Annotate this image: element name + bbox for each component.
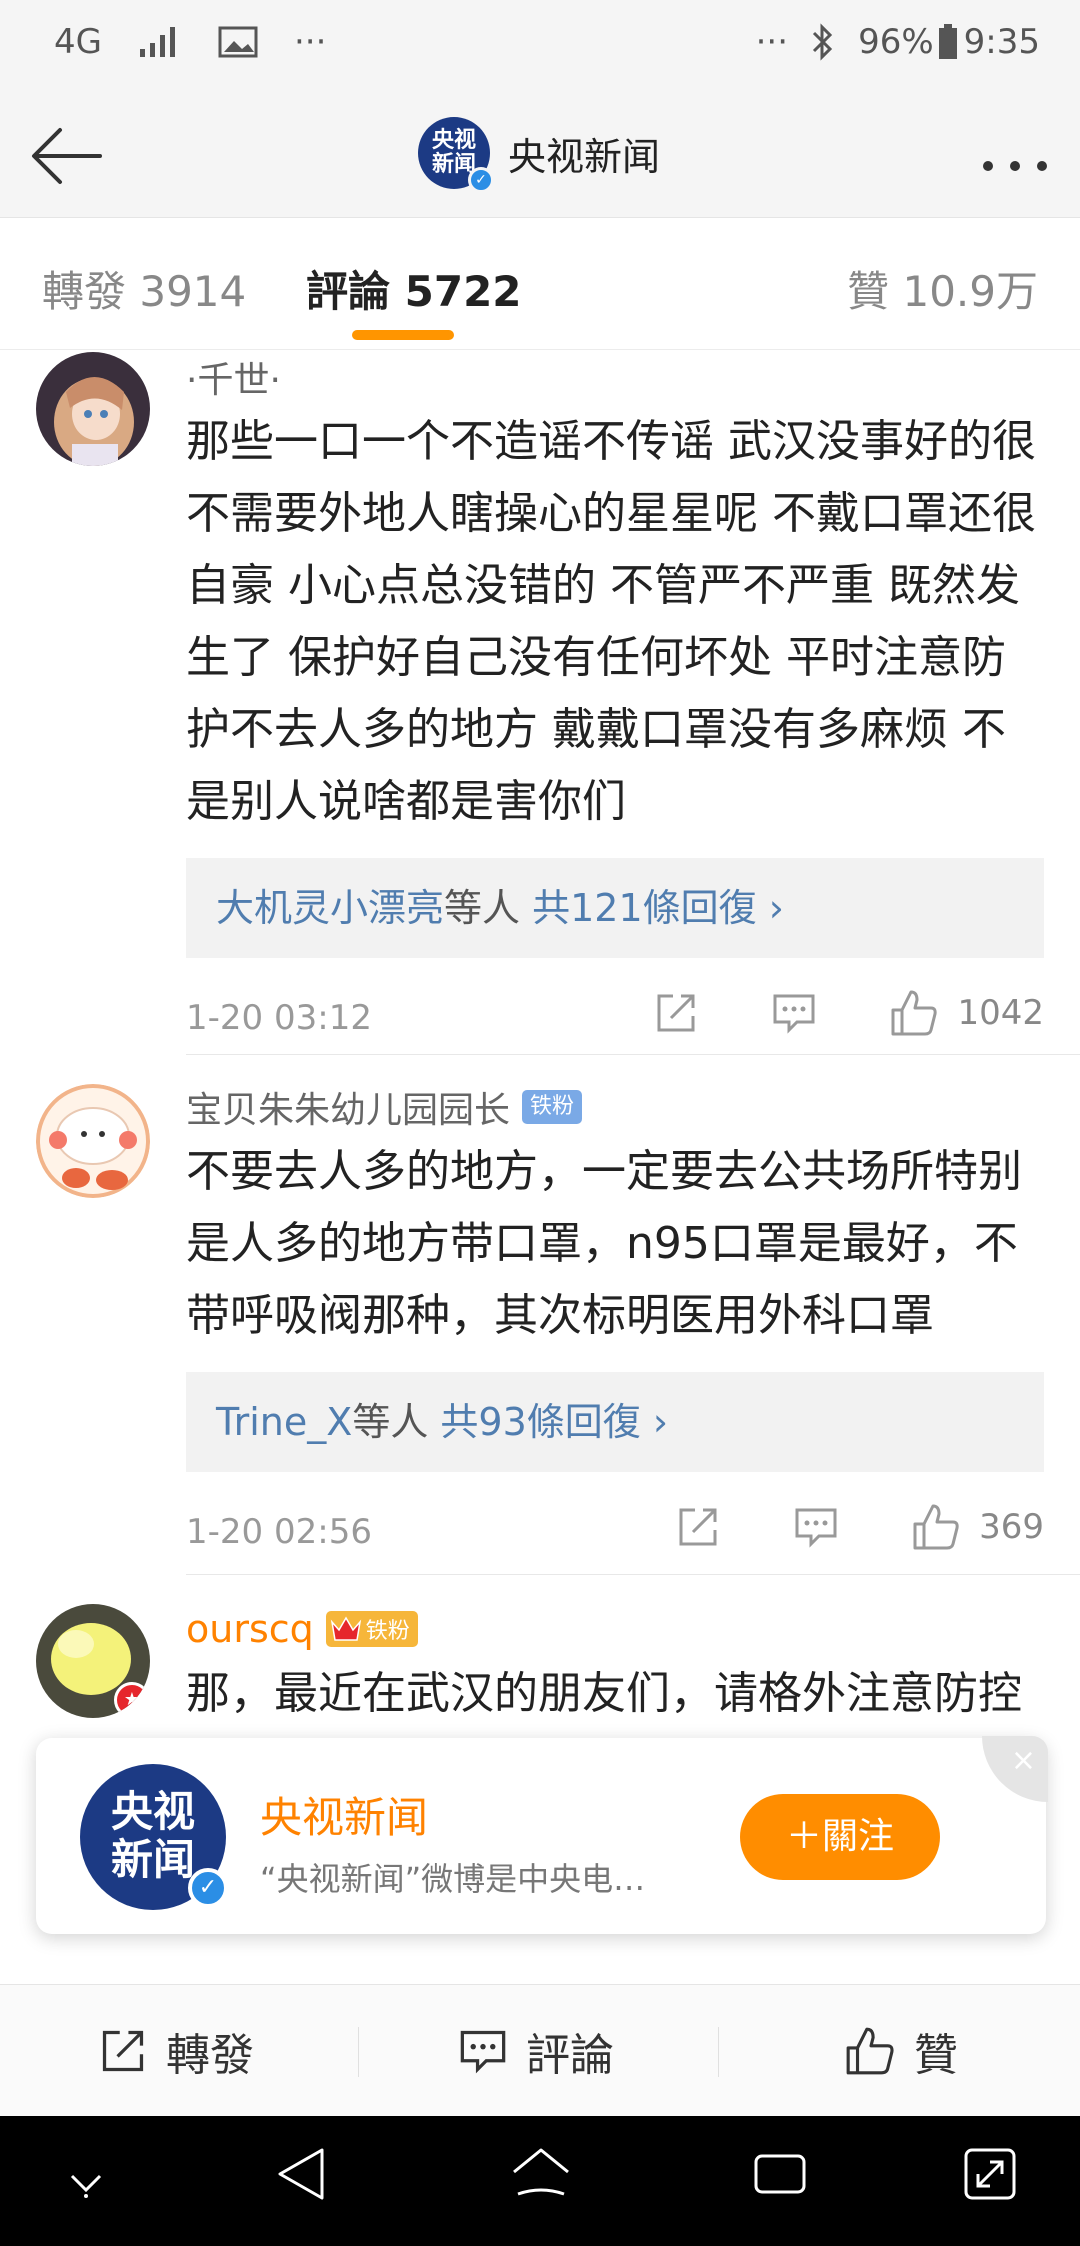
verified-icon: ✓ [468,167,494,193]
clock: 9:35 [963,22,1040,62]
avatar-image [36,1084,150,1198]
page-title: 央视新闻 [508,134,661,179]
top-nav-bar: 央视新闻 ✓ 央视新闻 [0,90,1080,218]
reply-user[interactable]: Trine_X [216,1400,352,1444]
like-label: 贊 [914,2030,958,2081]
bluetooth-icon [813,23,833,61]
comment-icon[interactable] [771,990,817,1036]
fan-badge: 铁粉 [522,1090,583,1124]
hide-keyboard-icon[interactable] [64,2166,108,2204]
fan-badge-text: 铁粉 [365,1619,410,1644]
separator [718,2027,719,2077]
comment-footer: 1-20 02:56 369 [186,1482,1044,1582]
verified-icon: ✓ [188,1868,228,1908]
back-button[interactable] [28,118,104,194]
more-icon [983,161,1047,171]
repost-label: 轉發 [166,2030,254,2081]
like-button[interactable]: 1042 [889,988,1044,1038]
share-icon [102,2030,144,2072]
avatar-image [36,352,150,466]
crown-icon [330,1616,361,1641]
separator [358,2027,359,2077]
comment-author-row: 宝贝朱朱幼儿园园长 铁粉 [186,1082,1044,1132]
comment-text: 那些一口一个不造谣不传谣 武汉没事好的很 不需要外地人瞎操心的星星呢 不戴口罩还… [186,416,1036,827]
tab-repost[interactable]: 轉發 3914 [42,258,246,319]
reply-user[interactable]: 大机灵小漂亮 [216,886,444,930]
divider [186,1054,1080,1055]
expand-icon[interactable] [962,2144,1018,2208]
signal-icon [139,27,175,57]
reply-summary[interactable]: 大机灵小漂亮等人 共121條回復 › [186,858,1044,958]
account-avatar-text: 央视新闻 [432,128,477,177]
comment-author[interactable]: 宝贝朱朱幼儿园园长 [186,1081,510,1133]
active-tab-indicator [352,330,454,340]
back-nav-icon[interactable] [274,2144,328,2208]
status-bar: 4G ··· ··· 96% 9:35 [0,0,1080,90]
comment-icon [460,2030,506,2074]
repost-button[interactable]: 轉發 [98,1985,254,2117]
comment-time: 1-20 03:12 [186,998,372,1038]
comment-time: 1-20 02:56 [186,1512,372,1552]
avatar[interactable] [36,352,150,466]
account-description: “央视新闻”微博是中央电… [260,1860,646,1898]
like-count: 1042 [957,993,1044,1033]
comment-button[interactable]: 評論 [458,1985,614,2117]
share-icon[interactable] [675,1504,721,1550]
more-options-button[interactable] [980,130,1050,188]
comment-author[interactable]: ourscq [186,1607,314,1651]
follow-button[interactable]: ＋關注 [740,1794,940,1880]
comment-label: 評論 [526,2030,614,2081]
reply-mid-text: 等人 [352,1400,429,1444]
account-avatar-text: 央视新闻 [110,1787,195,1884]
like-button[interactable]: 369 [911,1502,1044,1552]
reply-mid-text: 等人 [444,886,521,930]
battery-percent: 96% [858,22,934,62]
image-icon [218,26,258,58]
comment-footer: 1-20 03:12 1042 [186,968,1044,1068]
system-navigation-bar [0,2116,1080,2246]
thumb-up-icon [913,1504,959,1550]
status-more-right: ··· [755,22,789,62]
account-avatar: 央视新闻 ✓ [418,117,494,193]
tab-likes[interactable]: 贊 10.9万 [847,258,1038,319]
share-icon[interactable] [653,990,699,1036]
follow-suggestion-card[interactable]: 央视新闻 ✓ 央视新闻 “央视新闻”微博是中央电… ＋關注 × [36,1736,1048,1934]
comment-author[interactable]: ·千世· [186,352,1044,402]
like-count: 369 [979,1507,1044,1547]
verified-red-icon: ★ [114,1682,150,1718]
close-icon[interactable]: × [982,1736,1048,1802]
like-button[interactable]: 贊 [844,1985,958,2117]
reply-count[interactable]: 共121條回復 › [532,886,784,930]
thumb-up-icon [846,2027,894,2075]
battery-icon [938,24,957,59]
recents-nav-icon[interactable] [752,2144,808,2208]
back-arrow-icon [32,128,102,184]
account-avatar[interactable]: 央视新闻 ✓ [80,1764,228,1910]
avatar[interactable] [36,1084,150,1198]
comment-author-row: ourscq 铁粉 [186,1604,1044,1654]
crown-fan-badge: 铁粉 [325,1611,418,1647]
comment-text: 那，最近在武汉的朋友们，请格外注意防控 [186,1668,1022,1719]
status-more-left: ··· [293,22,327,62]
account-name[interactable]: 央视新闻 [260,1784,428,1845]
reply-summary[interactable]: Trine_X等人 共93條回復 › [186,1372,1044,1472]
comment-text: 不要去人多的地方，一定要去公共场所特别是人多的地方带口罩，n95口罩是最好，不带… [186,1146,1022,1341]
account-header[interactable]: 央视新闻 ✓ 央视新闻 [418,117,661,193]
avatar[interactable]: ★ [36,1604,150,1718]
reply-count[interactable]: 共93條回復 › [440,1400,668,1444]
network-label: 4G [54,22,102,62]
tab-bar: 轉發 3914 評論 5722 贊 10.9万 [0,218,1080,350]
home-nav-icon[interactable] [510,2144,572,2208]
comment-icon[interactable] [793,1504,839,1550]
divider [186,1574,1080,1575]
bottom-action-bar: 轉發 評論 贊 [0,1984,1080,2116]
thumb-up-icon [891,990,938,1036]
